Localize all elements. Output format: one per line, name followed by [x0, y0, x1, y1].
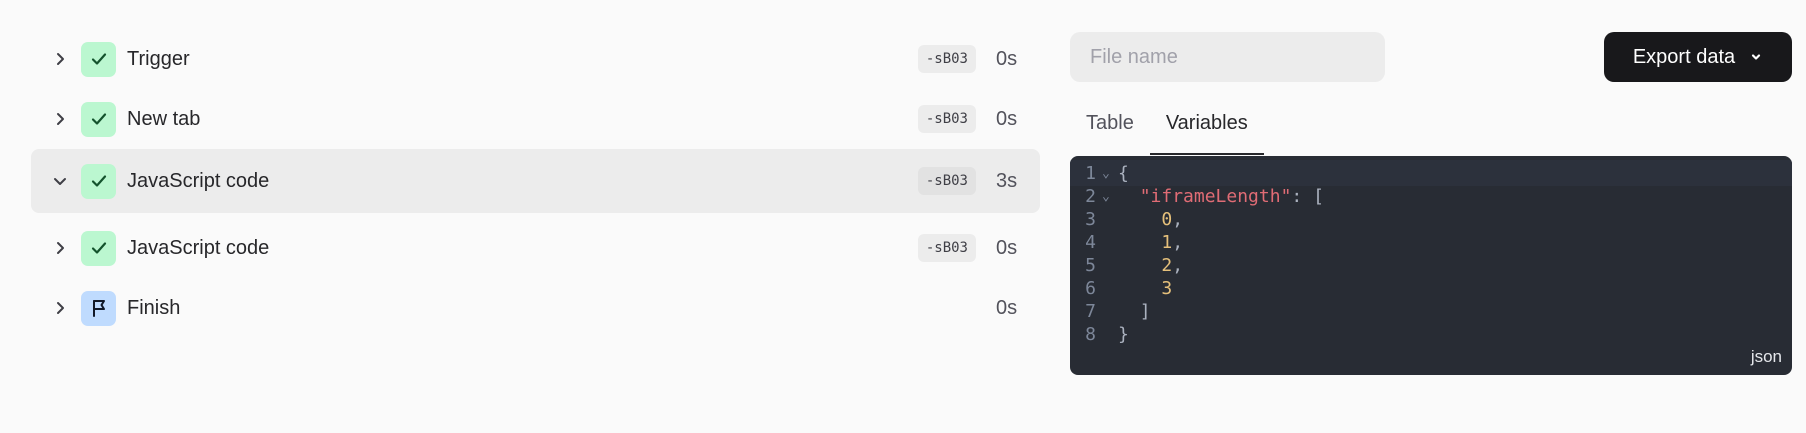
check-icon — [81, 101, 116, 137]
output-tabs: Table Variables — [1070, 100, 1264, 155]
json-number: 1 — [1161, 231, 1173, 253]
tab-variables[interactable]: Variables — [1149, 100, 1264, 155]
flag-icon — [81, 290, 116, 326]
line-number: 1 — [1085, 162, 1096, 184]
line-number: 6 — [1085, 277, 1096, 299]
log-row-javascript-code[interactable]: JavaScript code -sB03 0s — [31, 218, 1040, 278]
export-data-label: Export data — [1632, 45, 1736, 68]
duration-text: 3s — [996, 169, 1018, 192]
json-punct: : [ — [1291, 185, 1324, 207]
tab-table[interactable]: Table — [1070, 100, 1150, 155]
log-row-label: Finish — [127, 296, 181, 319]
log-row-trigger[interactable]: Trigger -sB03 0s — [31, 29, 1040, 89]
json-punct: , — [1172, 208, 1184, 230]
block-id-tag: -sB03 — [917, 105, 976, 133]
check-icon — [81, 163, 116, 199]
log-row-new-tab[interactable]: New tab -sB03 0s — [31, 89, 1040, 149]
check-icon — [81, 230, 116, 266]
log-row-finish[interactable]: Finish 0s — [31, 278, 1040, 338]
json-punct: , — [1172, 231, 1184, 253]
log-row-label: JavaScript code — [127, 169, 270, 192]
fold-arrow-icon[interactable]: ⌄ — [1096, 189, 1118, 204]
duration-text: 0s — [996, 296, 1018, 319]
language-label: json — [1750, 347, 1782, 366]
json-code-viewer[interactable]: 1 ⌄ { 2 ⌄ "iframeLength": [ 3 0, 4 1, 5 … — [1070, 156, 1792, 375]
code-text: { — [1118, 162, 1129, 184]
code-text: 1, — [1118, 232, 1183, 253]
code-line: 8 } — [1070, 321, 1792, 347]
line-number: 5 — [1085, 254, 1096, 276]
fold-arrow-icon[interactable]: ⌄ — [1096, 166, 1118, 181]
duration-text: 0s — [996, 236, 1018, 259]
json-number: 2 — [1161, 254, 1173, 276]
chevron-right-icon[interactable] — [49, 237, 71, 259]
code-text: ] — [1118, 301, 1151, 322]
line-number: 7 — [1085, 300, 1096, 322]
line-number: 4 — [1085, 231, 1096, 253]
file-name-input[interactable] — [1070, 32, 1385, 82]
chevron-down-icon[interactable] — [49, 170, 71, 192]
json-number: 3 — [1161, 277, 1173, 299]
block-id-tag: -sB03 — [917, 167, 976, 195]
json-punct: ] — [1139, 300, 1151, 322]
json-key: "iframeLength" — [1139, 185, 1292, 207]
code-text: 3 — [1118, 278, 1172, 299]
json-number: 0 — [1161, 208, 1173, 230]
code-text: 2, — [1118, 255, 1183, 276]
line-number: 2 — [1085, 185, 1096, 207]
json-punct: , — [1172, 254, 1184, 276]
chevron-right-icon[interactable] — [49, 108, 71, 130]
code-text: } — [1118, 323, 1129, 345]
export-data-button[interactable]: Export data — [1604, 32, 1792, 82]
duration-text: 0s — [996, 47, 1018, 70]
code-text: "iframeLength": [ — [1118, 186, 1324, 207]
chevron-right-icon[interactable] — [49, 48, 71, 70]
log-row-label: JavaScript code — [127, 236, 270, 259]
line-number: 3 — [1085, 208, 1096, 230]
chevron-right-icon[interactable] — [49, 297, 71, 319]
duration-text: 0s — [996, 107, 1018, 130]
line-number: 8 — [1085, 323, 1096, 345]
code-text: 0, — [1118, 209, 1183, 230]
block-id-tag: -sB03 — [917, 234, 976, 262]
log-row-label: New tab — [127, 107, 201, 130]
log-row-javascript-code-expanded[interactable]: JavaScript code -sB03 3s — [31, 149, 1040, 213]
execution-log: Trigger -sB03 0s New tab -sB03 0s JavaSc… — [31, 29, 1040, 338]
block-id-tag: -sB03 — [917, 45, 976, 73]
check-icon — [81, 41, 116, 77]
log-row-label: Trigger — [127, 47, 190, 70]
chevron-down-icon — [1749, 50, 1763, 64]
